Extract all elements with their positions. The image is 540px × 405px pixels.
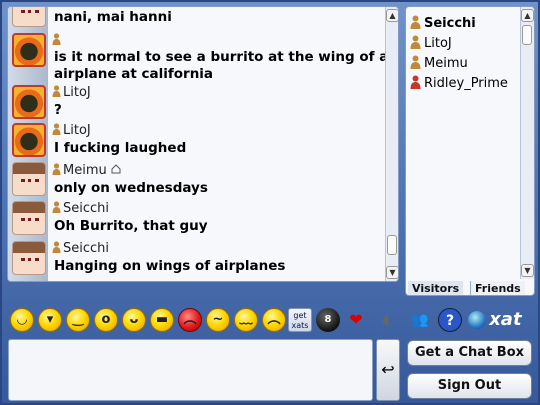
globe-icon (468, 311, 486, 329)
send-button[interactable]: ↩ (376, 339, 400, 401)
get-xats-line2: xats (291, 321, 309, 330)
wink-icon[interactable]: ‿ (66, 308, 90, 332)
user-list-item[interactable]: LitoJ (410, 35, 452, 51)
message-nick[interactable]: Seicchi (52, 201, 109, 216)
message-nick[interactable] (52, 33, 63, 48)
message-text: Oh Burrito, that guy (54, 218, 208, 234)
member-icon (52, 123, 61, 135)
user-name: Meimu (424, 56, 468, 71)
message-text: nani, mai hanni (54, 9, 172, 25)
sign-out-button[interactable]: Sign Out (407, 373, 532, 399)
visitors-panel: Seicchi LitoJ Meimu Ridley_Prime ▲ ▼ Vis… (405, 6, 535, 296)
cool-icon[interactable]: ▬ (150, 308, 174, 332)
users-icon[interactable]: 👥 (408, 308, 432, 332)
message-text: I fucking laughed (54, 140, 187, 156)
nick-label: LitoJ (63, 123, 91, 138)
smile-icon[interactable]: ◡ (10, 308, 34, 332)
user-list-item[interactable]: Meimu (410, 55, 468, 71)
eight-ball-icon[interactable]: 8 (316, 308, 340, 332)
message-nick[interactable]: Meimu (52, 163, 121, 178)
hearts-smiley-icon[interactable]: ❤ (344, 308, 368, 332)
message-input[interactable] (8, 339, 373, 401)
message-text: is it normal to see a burrito at the win… (54, 49, 398, 65)
sound-icon[interactable]: ◖ (374, 308, 398, 332)
help-icon[interactable]: ? (438, 308, 462, 332)
tongue-icon[interactable]: ᴗ (122, 308, 146, 332)
confused-icon[interactable]: ~ (206, 308, 230, 332)
scroll-down-button[interactable]: ▼ (386, 266, 398, 279)
member-icon (410, 55, 421, 69)
message-nick[interactable]: LitoJ (52, 123, 91, 138)
bomb-avatar[interactable] (12, 85, 46, 119)
bomb-avatar[interactable] (12, 33, 46, 67)
member-icon (52, 241, 61, 253)
scroll-thumb[interactable] (387, 235, 397, 255)
message-panel: nani, mai hanni is it normal to see a bu… (7, 6, 399, 282)
member-icon (52, 33, 61, 45)
tab-visitors[interactable]: Visitors (408, 281, 464, 295)
scroll-thumb[interactable] (522, 25, 532, 45)
grin-icon[interactable]: ▾ (38, 308, 62, 332)
anime-girl-avatar[interactable] (12, 162, 46, 196)
scroll-down-button[interactable]: ▼ (521, 264, 534, 277)
message-text: Hanging on wings of airplanes (54, 258, 286, 274)
scroll-up-button[interactable]: ▲ (521, 9, 534, 22)
user-list-item[interactable]: Ridley_Prime (410, 75, 508, 91)
get-xats-icon[interactable]: get xats (288, 308, 312, 332)
get-chat-box-button[interactable]: Get a Chat Box (407, 340, 532, 366)
chat-window: nani, mai hanni is it normal to see a bu… (0, 0, 540, 405)
message-nick[interactable]: Seicchi (52, 241, 109, 256)
nick-label: Seicchi (63, 201, 110, 216)
worried-icon[interactable]: ﹏ (234, 308, 258, 332)
get-xats-line1: get (293, 311, 307, 320)
tab-friends[interactable]: Friends (470, 281, 525, 295)
anime-girl-avatar[interactable] (12, 7, 46, 27)
xat-logo-text: xat (489, 309, 522, 330)
bomb-avatar[interactable] (12, 123, 46, 157)
member-icon (52, 85, 61, 97)
user-name: Seicchi (424, 16, 476, 31)
user-name: Ridley_Prime (424, 76, 508, 91)
member-icon (410, 15, 421, 29)
smiley-toolbar: ◡ ▾ ‿ o ᴗ ▬ ︵ ~ ﹏ ︵ get xats 8 ❤ ◖ 👥 ? x… (6, 306, 538, 338)
scroll-up-button[interactable]: ▲ (386, 9, 398, 22)
message-scrollbar[interactable]: ▲ ▼ (385, 7, 398, 281)
member-icon (410, 35, 421, 49)
owner-icon (410, 75, 421, 89)
xat-logo[interactable]: xat (468, 308, 534, 332)
nick-label: Meimu (63, 163, 107, 178)
user-list-scrollbar[interactable]: ▲ ▼ (520, 7, 534, 279)
member-icon (52, 201, 61, 213)
user-name: LitoJ (424, 36, 452, 51)
home-icon (111, 163, 121, 178)
nick-label: LitoJ (63, 85, 91, 100)
user-list-item[interactable]: Seicchi (410, 15, 476, 31)
message-text: only on wednesdays (54, 180, 208, 196)
sad-icon[interactable]: ︵ (262, 308, 286, 332)
member-icon (52, 163, 61, 175)
anime-girl-avatar[interactable] (12, 241, 46, 275)
angry-icon[interactable]: ︵ (178, 308, 202, 332)
message-nick[interactable]: LitoJ (52, 85, 91, 100)
message-text: airplane at california (54, 66, 214, 82)
message-text: ? (54, 102, 62, 118)
surprised-icon[interactable]: o (94, 308, 118, 332)
nick-label: Seicchi (63, 241, 110, 256)
anime-girl-avatar[interactable] (12, 201, 46, 235)
